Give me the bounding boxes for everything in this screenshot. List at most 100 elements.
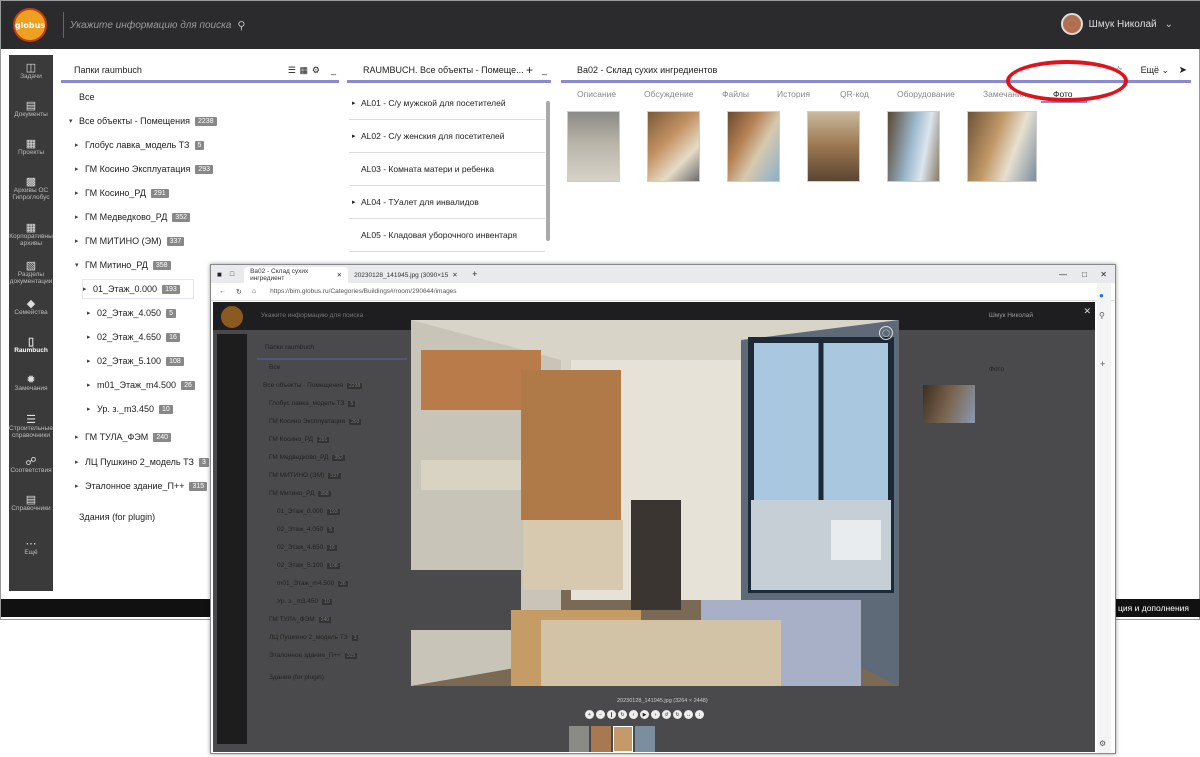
photo-thumbnail[interactable] [807,111,860,182]
pause-icon[interactable]: ❙ [607,710,616,719]
rotate-left-icon[interactable]: ↺ [662,710,671,719]
play-icon[interactable]: ▶ [640,710,649,719]
tabs-icon[interactable]: □ [230,271,234,278]
caret-right-icon[interactable]: ▸ [75,189,85,197]
tab-qr[interactable]: QR-код [840,89,869,99]
back-icon[interactable]: ← [219,288,226,295]
tree-item[interactable]: ▸ ГМ Косино_РД 291 [75,184,169,202]
tree-item[interactable]: ▾ Все объекты - Помещения 2238 [69,112,217,130]
caret-right-icon[interactable]: ▸ [75,213,85,221]
list-item[interactable]: ▸ AL04 - ТУалет для инвалидов [349,186,545,219]
caret-right-icon[interactable]: ▸ [87,357,97,365]
minimize-icon[interactable]: _ [542,65,547,75]
sidebar-item-documents[interactable]: ▤ Документы [9,101,53,119]
photo-viewer-image[interactable]: ◯ [411,320,899,686]
objects-scrollbar[interactable] [546,101,550,241]
sidebar-item-remarks[interactable]: ✹ Замечания [9,375,53,393]
tree-item[interactable]: ▾ ГМ Митино_РД 358 [75,256,171,274]
tab-description[interactable]: Описание [577,89,616,99]
tab-files[interactable]: Файлы [722,89,749,99]
photo-thumbnail[interactable] [567,111,620,182]
close-icon[interactable]: ✕ [452,271,457,279]
caret-down-icon[interactable]: ▾ [69,117,79,125]
minimize-icon[interactable]: _ [331,65,336,75]
close-window-icon[interactable]: ✕ [1100,270,1107,279]
caret-right-icon[interactable]: ▸ [75,458,85,466]
maximize-icon[interactable]: □ [1082,270,1087,279]
caret-right-icon[interactable]: ▸ [75,433,85,441]
zoom-out-icon[interactable]: − [596,710,605,719]
browser-tab[interactable]: Ba02 - Склад сухих ингредиент ✕ [244,267,349,283]
caret-right-icon[interactable]: ▸ [75,237,85,245]
caret-right-icon[interactable]: ▸ [87,333,97,341]
chevron-down-icon[interactable]: ⌄ [1161,65,1169,76]
sidebar-item-projects[interactable]: ▦ Проекты [9,139,53,157]
browser-profile-icon[interactable]: ● [1099,291,1104,300]
tree-item-buildings[interactable]: Здания (for plugin) [79,508,155,526]
browser-search-icon[interactable]: ⚲ [1099,311,1105,320]
sidebar-item-raumbuch[interactable]: ▯ Raumbuch [9,337,53,355]
browser-tab[interactable]: 20230128_141945.jpg (3090×15 ✕ [348,267,466,283]
tree-item[interactable]: ▸ ГМ МИТИНО (ЭМ) 337 [75,232,185,250]
reset-icon[interactable]: ↻ [618,710,627,719]
list-item[interactable]: AL03 - Комната матери и ребенка [349,153,545,186]
minimize-icon[interactable]: — [1059,270,1067,279]
list-view-icon[interactable]: ☰ [288,65,296,76]
caret-right-icon[interactable]: ▸ [349,99,361,107]
photo-thumbnail[interactable] [887,111,940,182]
reload-icon[interactable]: ↻ [236,288,242,296]
sidebar-item-families[interactable]: ◆ Семейства [9,299,53,317]
sidebar-item-more[interactable]: ⋯ Ещё [9,539,53,557]
zoom-in-icon[interactable]: + [585,710,594,719]
strip-thumbnail[interactable] [635,726,655,752]
tree-item[interactable]: ▸ Эталонное здание_П++ 315 [75,477,208,495]
tab-discussion[interactable]: Обсуждение [644,89,694,99]
home-icon[interactable]: ⌂ [252,288,256,295]
tree-item-all[interactable]: Все [79,88,95,106]
sidebar-item-building-refs[interactable]: ☰ Строительные справочники [9,415,53,440]
sidebar-item-matches[interactable]: ☍ Соответствия [9,457,53,475]
caret-down-icon[interactable]: ▾ [75,261,85,269]
sidebar-item-tasks[interactable]: ◫ Задачи [9,63,53,81]
tree-item[interactable]: ▸ ЛЦ Пушкино 2_модель ТЗ 3 [75,453,209,471]
caret-right-icon[interactable]: ▸ [83,285,93,293]
list-item[interactable]: ▸ AL01 - С/у мужской для посетителей [349,87,545,120]
strip-thumbnail[interactable] [569,726,589,752]
caret-right-icon[interactable]: ▸ [75,165,85,173]
tab-equipment[interactable]: Оборудование [897,89,955,99]
photo-thumbnail[interactable] [967,111,1037,182]
user-menu[interactable]: Шмук Николай ⌄ [1060,13,1173,35]
new-tab-icon[interactable]: + [472,269,477,279]
search-input[interactable]: Укажите информацию для поиска [70,20,231,31]
caret-right-icon[interactable]: ▸ [75,141,85,149]
flip-vertical-icon[interactable]: ↕ [695,710,704,719]
gear-icon[interactable]: ⚙ [312,65,320,76]
tree-item[interactable]: ▸ 02_Этаж_5.100 108 [87,352,184,370]
viewer-close-icon[interactable]: ✕ [1083,306,1091,317]
tree-item[interactable]: ▸ Ур. з._m3.450 10 [87,400,173,418]
rotate-right-icon[interactable]: ↻ [673,710,682,719]
browser-settings-icon[interactable]: ⚙ [1099,739,1106,748]
browser-add-icon[interactable]: + [1100,359,1105,369]
strip-thumbnail[interactable] [591,726,611,752]
globus-logo[interactable]: globus [13,8,47,42]
caret-right-icon[interactable]: ▸ [349,132,361,140]
list-item[interactable]: ▸ AL02 - С/у женския для посетителей [349,120,545,153]
caret-right-icon[interactable]: ▸ [87,405,97,413]
url-field[interactable]: https://bim.globus.ru/Categories/Buildin… [270,288,456,295]
tree-item[interactable]: ▸ 02_Этаж_4.050 5 [87,304,176,322]
tree-item[interactable]: ▸ m01_Этаж_m4.500 26 [87,376,195,394]
chevron-down-icon[interactable]: ⌄ [1165,19,1173,30]
add-icon[interactable]: + [526,63,533,77]
search-icon[interactable]: ⚲ [237,19,245,32]
tree-item[interactable]: ▸ Глобус лавка_модель ТЗ 5 [75,136,205,154]
list-item[interactable]: AL05 - Кладовая уборочного инвентаря [349,219,545,252]
fullscreen-icon[interactable]: ◯ [879,326,893,340]
tree-item[interactable]: ▸ ГМ Косино Эксплуатация 293 [75,160,214,178]
pin-icon[interactable]: ➤ [1179,65,1187,76]
grid-view-icon[interactable]: ▦ [299,65,308,76]
footer-text[interactable]: ция и дополнения [1118,603,1189,613]
strip-thumbnail[interactable] [613,726,633,752]
sidebar-item-archives[interactable]: ▩ Архивы ОС Гипроглобус [9,177,53,202]
caret-right-icon[interactable]: ▸ [87,381,97,389]
